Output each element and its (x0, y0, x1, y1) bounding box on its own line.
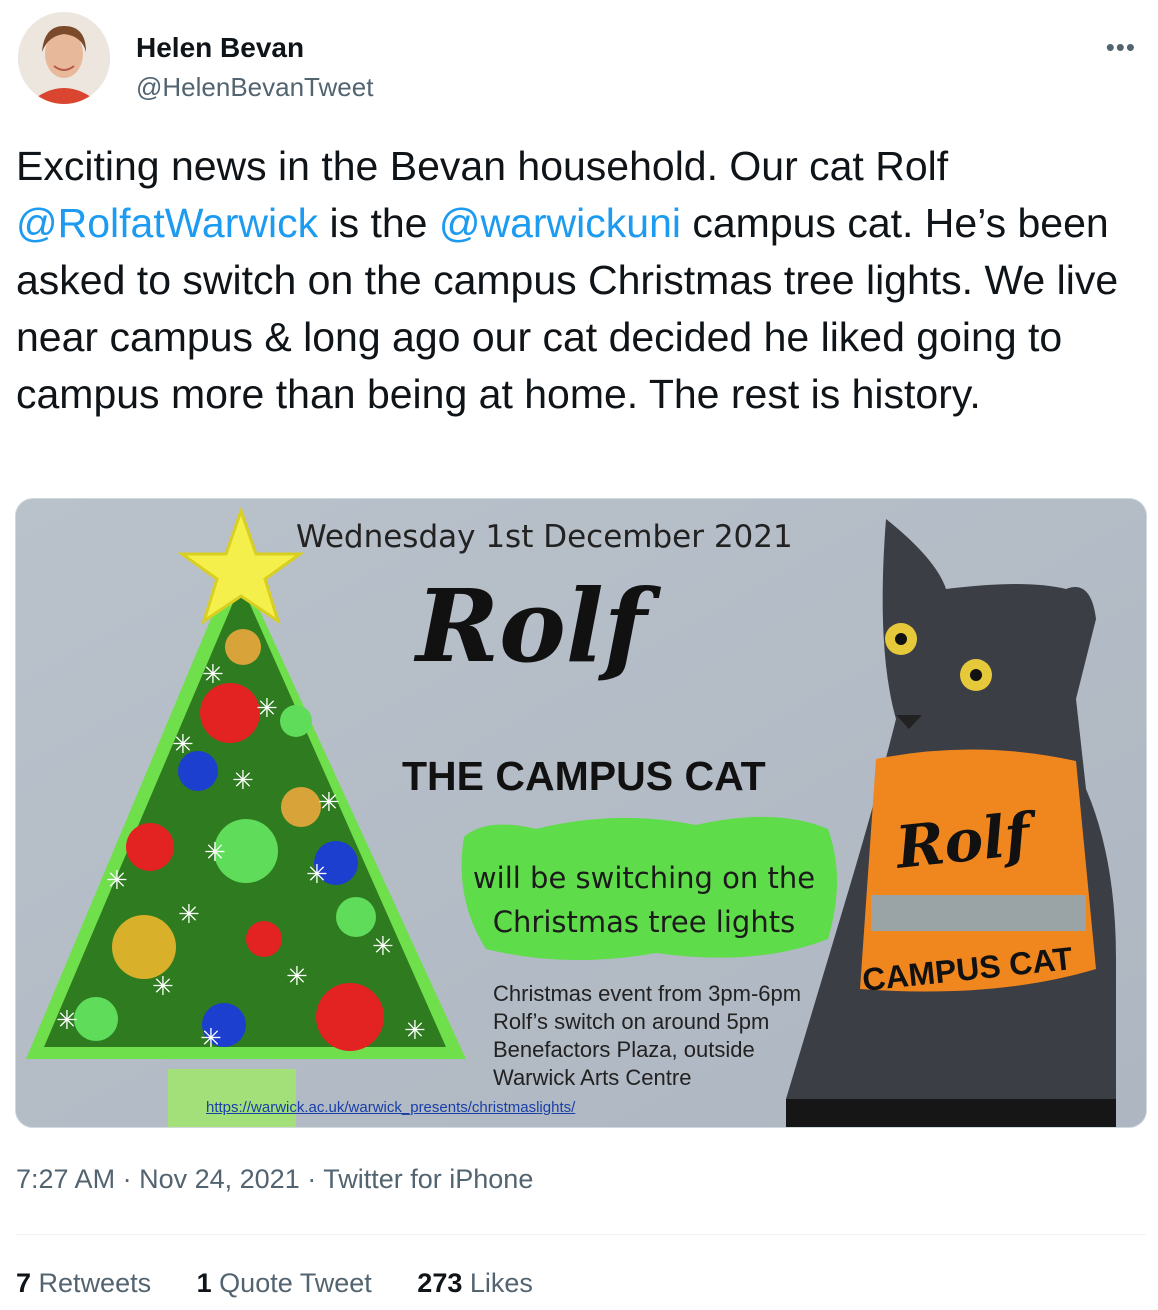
event-detail: Rolf’s switch on around 5pm (493, 1009, 770, 1034)
tweet-header: Helen Bevan @HelenBevanTweet ••• (18, 12, 1140, 108)
event-detail: Benefactors Plaza, outside (493, 1037, 755, 1062)
author-handle[interactable]: @HelenBevanTweet (136, 72, 373, 103)
svg-text:✳: ✳ (178, 900, 200, 930)
svg-text:✳: ✳ (232, 766, 254, 796)
bauble (225, 629, 261, 665)
quotes-count: 1 (196, 1268, 212, 1298)
retweets-stat[interactable]: 7 Retweets (16, 1268, 151, 1298)
tweet-client[interactable]: Twitter for iPhone (323, 1164, 533, 1194)
tweet-text-part: is the (318, 200, 439, 246)
tweet-time[interactable]: 7:27 AM (16, 1164, 115, 1194)
svg-text:✳: ✳ (404, 1016, 426, 1046)
mention-link[interactable]: @RolfatWarwick (16, 200, 318, 246)
tweet-metadata: 7:27 AM · Nov 24, 2021 · Twitter for iPh… (16, 1164, 533, 1195)
tweet-text: Exciting news in the Bevan household. Ou… (16, 138, 1146, 423)
likes-stat[interactable]: 273 Likes (417, 1268, 533, 1298)
svg-text:✳: ✳ (56, 1006, 78, 1036)
likes-count: 273 (417, 1268, 463, 1298)
svg-text:✳: ✳ (306, 860, 328, 890)
svg-text:✳: ✳ (372, 932, 394, 962)
event-detail: Warwick Arts Centre (493, 1065, 692, 1090)
svg-text:✳: ✳ (200, 1024, 222, 1054)
author-avatar[interactable] (18, 12, 110, 104)
quotes-label: Quote Tweet (219, 1268, 372, 1298)
tweet-media-image[interactable]: ✳ ✳ ✳ ✳ ✳ ✳ ✳ ✳ ✳ ✳ ✳ ✳ ✳ ✳ ✳ Wednesday 1st Decemb… (15, 498, 1147, 1128)
poster-subtitle: THE CAMPUS CAT (402, 753, 766, 799)
likes-label: Likes (469, 1268, 533, 1298)
event-detail: Christmas event from 3pm-6pm (493, 981, 802, 1006)
separator: · (307, 1164, 317, 1194)
quote-tweets-stat[interactable]: 1 Quote Tweet (197, 1268, 372, 1298)
poster-date: Wednesday 1st December 2021 (296, 519, 793, 555)
retweets-label: Retweets (38, 1268, 152, 1298)
poster-link: https://warwick.ac.uk/warwick_presents/c… (206, 1099, 576, 1116)
tweet-date[interactable]: Nov 24, 2021 (139, 1164, 300, 1194)
svg-text:✳: ✳ (202, 660, 224, 690)
svg-text:✳: ✳ (106, 866, 128, 896)
svg-text:✳: ✳ (286, 962, 308, 992)
svg-text:✳: ✳ (318, 788, 340, 818)
svg-text:✳: ✳ (204, 838, 226, 868)
jumper-name: Rolf (892, 800, 1034, 882)
mention-link[interactable]: @warwickuni (439, 200, 681, 246)
svg-text:✳: ✳ (256, 694, 278, 724)
poster-title: Rolf (416, 567, 647, 685)
svg-text:✳: ✳ (172, 730, 194, 760)
bubble-text-line2: Christmas tree lights (492, 905, 796, 939)
bauble (126, 823, 174, 871)
tweet-text-part: Exciting news in the Bevan household. Ou… (16, 143, 949, 189)
bauble (112, 915, 176, 979)
engagement-stats: 7 Retweets 1 Quote Tweet 273 Likes (16, 1268, 571, 1299)
bubble-text-line1: will be switching on the (472, 861, 816, 895)
more-options-icon[interactable]: ••• (1106, 32, 1136, 63)
bauble (281, 787, 321, 827)
separator: · (122, 1164, 132, 1194)
author-name[interactable]: Helen Bevan (136, 32, 304, 64)
tree-trunk (168, 1069, 296, 1127)
bauble (316, 983, 384, 1051)
retweets-count: 7 (16, 1268, 32, 1298)
bauble (336, 897, 376, 937)
svg-text:✳: ✳ (152, 972, 174, 1002)
bauble (246, 921, 282, 957)
divider (16, 1234, 1146, 1235)
bauble (200, 683, 260, 743)
bauble (74, 997, 118, 1041)
bauble (280, 705, 312, 737)
jumper-stripe (871, 895, 1086, 931)
